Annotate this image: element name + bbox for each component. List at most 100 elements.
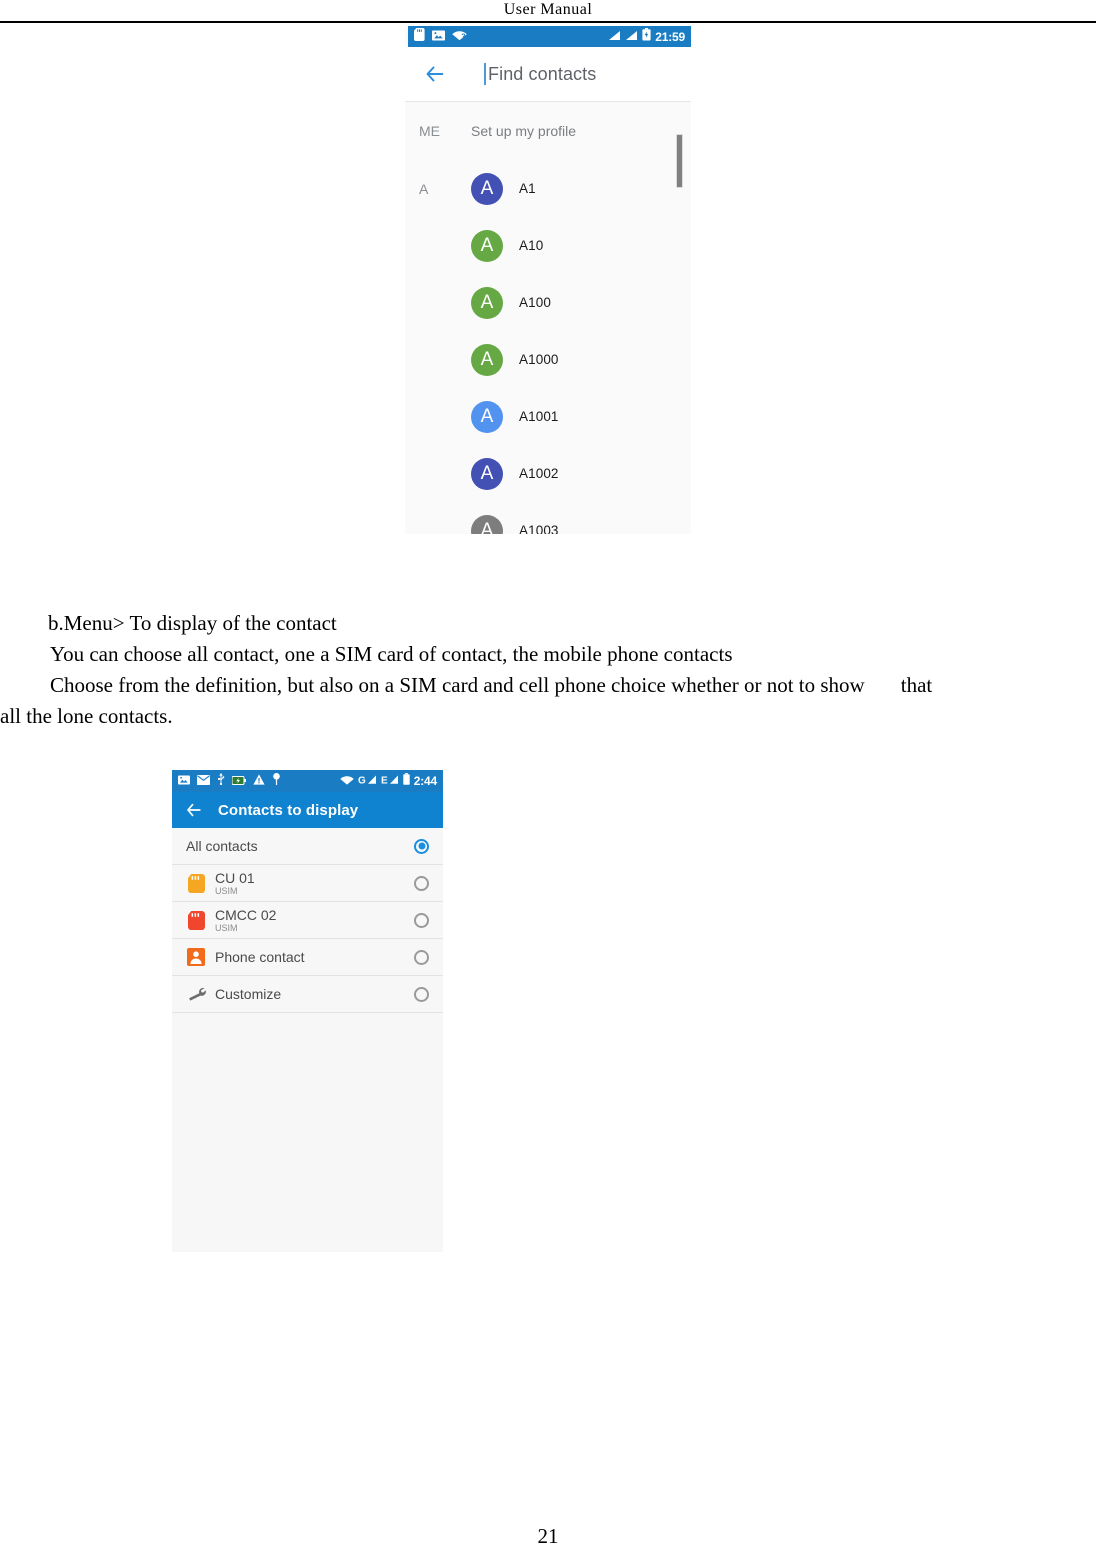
list-item[interactable]: A A1002: [405, 445, 691, 502]
battery-small-icon: [231, 772, 246, 790]
sim-card-orange-icon: [186, 873, 206, 893]
set-up-my-profile-label[interactable]: Set up my profile: [471, 123, 576, 139]
app-bar-title: Contacts to display: [218, 801, 359, 819]
signal-bars-1-icon: [608, 28, 621, 46]
signal-bars-2-icon: [625, 28, 638, 46]
radio-button-customize[interactable]: [414, 986, 429, 1002]
option-text: CU 01 USIM: [215, 870, 255, 896]
page-number: 21: [537, 1524, 559, 1548]
contact-name[interactable]: A1002: [519, 466, 559, 481]
option-sublabel: USIM: [215, 923, 238, 933]
sd-card-icon: [414, 27, 425, 46]
status-bar: ? 21:59: [408, 26, 691, 47]
option-label: Phone contact: [215, 949, 305, 965]
body-line-3: Choose from the definition, but also on …: [0, 670, 1096, 701]
option-row-customize[interactable]: Customize: [172, 976, 443, 1013]
body-line-3-main: Choose from the definition, but also on …: [50, 673, 865, 697]
status-bar-left-icons: [178, 772, 281, 790]
body-line-4: all the lone contacts.: [0, 704, 173, 728]
option-sublabel: USIM: [215, 886, 238, 896]
option-row-cu-01[interactable]: CU 01 USIM: [172, 865, 443, 902]
wifi-icon: [340, 772, 354, 790]
option-row-phone-contact[interactable]: Phone contact: [172, 939, 443, 976]
option-text: CMCC 02 USIM: [215, 907, 276, 933]
g-signal-icon: G: [358, 772, 377, 790]
wrench-icon: [186, 984, 206, 1004]
usb-icon: [217, 772, 225, 790]
section-header-a: A: [419, 180, 429, 197]
status-bar: G E 2:44: [172, 770, 443, 792]
mail-icon: [197, 772, 210, 790]
document-header-title: User Manual: [503, 1, 593, 18]
svg-text:?: ?: [461, 33, 465, 40]
avatar: A: [471, 286, 503, 319]
contacts-list[interactable]: ME Set up my profile A A A1 A A10 A A100…: [405, 101, 691, 534]
avatar: A: [471, 343, 503, 376]
search-text-caret: [484, 63, 486, 85]
list-item[interactable]: A A1000: [405, 331, 691, 388]
svg-text:G: G: [358, 775, 366, 785]
option-text: Customize: [215, 986, 281, 1002]
display-options-list[interactable]: All contacts CU 01 USIM CMCC 02 USIM Pho…: [172, 828, 443, 1252]
avatar: A: [471, 400, 503, 433]
warning-icon: [253, 772, 265, 790]
option-row-cmcc-02[interactable]: CMCC 02 USIM: [172, 902, 443, 939]
search-input-placeholder[interactable]: Find contacts: [488, 64, 596, 85]
option-label: CU 01: [215, 870, 255, 886]
search-bar[interactable]: Find contacts: [405, 47, 691, 101]
picture-icon: [178, 772, 190, 790]
sim-card-red-icon: [186, 910, 206, 930]
list-item[interactable]: A A1001: [405, 388, 691, 445]
option-text: Phone contact: [215, 949, 305, 965]
location-icon: [272, 772, 281, 790]
avatar: A: [471, 229, 503, 262]
status-bar-right-icons: G E 2:44: [340, 772, 437, 790]
contact-name[interactable]: A1001: [519, 409, 559, 424]
contact-name[interactable]: A100: [519, 295, 551, 310]
list-scrollbar-thumb[interactable]: [676, 134, 683, 188]
radio-button-phone-contact[interactable]: [414, 949, 429, 965]
contacts-to-display-screenshot: G E 2:44 Contacts to display All contact…: [172, 770, 443, 1252]
list-item[interactable]: A A1003: [405, 502, 691, 534]
body-line-2: You can choose all contact, one a SIM ca…: [50, 642, 733, 666]
svg-text:E: E: [381, 775, 388, 785]
app-bar: Contacts to display: [172, 792, 443, 828]
avatar: A: [471, 514, 503, 534]
status-bar-clock: 2:44: [413, 774, 437, 788]
section-header-me: ME: [419, 123, 440, 139]
status-bar-left-icons: ?: [414, 27, 467, 46]
option-text: All contacts: [186, 838, 258, 854]
list-item[interactable]: A A100: [405, 274, 691, 331]
contact-name[interactable]: A1000: [519, 352, 559, 367]
radio-button-cu-01[interactable]: [414, 875, 429, 891]
option-label: CMCC 02: [215, 907, 277, 923]
option-label: All contacts: [186, 838, 258, 854]
header-divider: [0, 21, 1096, 23]
avatar: A: [471, 457, 503, 490]
back-arrow-icon[interactable]: [424, 63, 446, 85]
contact-name[interactable]: A10: [519, 238, 543, 253]
phone-contact-icon: [186, 947, 206, 967]
list-item[interactable]: A A10: [405, 217, 691, 274]
wifi-question-icon: ?: [452, 28, 467, 46]
back-arrow-icon[interactable]: [185, 801, 203, 819]
battery-icon: [403, 772, 410, 790]
contact-name[interactable]: A1003: [519, 523, 559, 534]
status-bar-right-icons: 21:59: [608, 27, 685, 46]
status-bar-clock: 21:59: [655, 29, 685, 44]
option-label: Customize: [215, 986, 282, 1002]
battery-charging-icon: [642, 27, 651, 46]
radio-button-cmcc-02[interactable]: [414, 912, 429, 928]
list-item[interactable]: A A A1: [405, 160, 691, 217]
find-contacts-screenshot: ? 21:59 Find contacts ME Set up my profi…: [405, 26, 691, 534]
body-text-block: b.Menu> To display of the contact You ca…: [0, 608, 1096, 732]
e-signal-icon: E: [381, 772, 399, 790]
me-section-row[interactable]: ME Set up my profile: [405, 102, 691, 188]
option-row-all-contacts[interactable]: All contacts: [172, 828, 443, 865]
contact-name[interactable]: A1: [519, 181, 536, 196]
body-line-3-tail: that: [900, 673, 933, 697]
radio-button-all-contacts[interactable]: [414, 838, 429, 854]
avatar: A: [471, 172, 503, 205]
picture-icon: [432, 28, 445, 46]
body-line-1: b.Menu> To display of the contact: [48, 611, 337, 635]
